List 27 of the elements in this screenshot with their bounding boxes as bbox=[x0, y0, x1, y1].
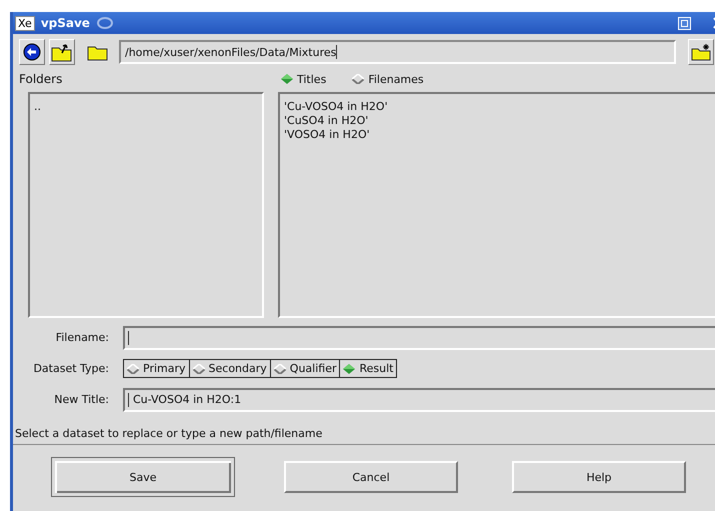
file-item[interactable]: 'CuSO4 in H2O' bbox=[284, 114, 712, 127]
dialog-button[interactable]: Save bbox=[51, 457, 235, 497]
window-title: vpSave bbox=[40, 16, 90, 30]
new-folder-button[interactable] bbox=[688, 39, 714, 65]
view-mode-radio[interactable]: Titles bbox=[281, 72, 326, 86]
filename-field[interactable] bbox=[123, 326, 715, 350]
folder-item[interactable]: .. bbox=[34, 100, 258, 113]
status-message: Select a dataset to replace or type a new path/filename bbox=[13, 415, 715, 445]
dialog-button[interactable]: Help bbox=[512, 461, 686, 493]
dataset-type-option[interactable]: Primary bbox=[123, 359, 190, 378]
dialog-button[interactable]: Cancel bbox=[284, 461, 458, 493]
path-field[interactable]: /home/xuser/xenonFiles/Data/Mixtures bbox=[119, 40, 676, 64]
back-button[interactable] bbox=[19, 39, 45, 65]
folders-label: Folders bbox=[19, 72, 64, 86]
parent-folder-button[interactable] bbox=[49, 39, 75, 65]
dataset-type-label: Dataset Type: bbox=[32, 362, 110, 375]
maximize-button[interactable] bbox=[678, 16, 691, 30]
new-title-field[interactable]: Cu-VOSO4 in H2O:1 bbox=[123, 388, 715, 412]
app-logo: Xe bbox=[15, 16, 35, 30]
file-item[interactable]: 'VOSO4 in H2O' bbox=[284, 128, 712, 141]
view-mode-radio[interactable]: Filenames bbox=[352, 72, 424, 86]
dataset-type-option[interactable]: Secondary bbox=[188, 359, 271, 378]
file-item[interactable]: 'Cu-VOSO4 in H2O' bbox=[284, 100, 712, 113]
dataset-type-option[interactable]: Qualifier bbox=[270, 359, 340, 378]
filename-label: Filename: bbox=[54, 331, 110, 344]
new-title-label: New Title: bbox=[53, 393, 110, 406]
dataset-type-option[interactable]: Result bbox=[339, 359, 398, 378]
